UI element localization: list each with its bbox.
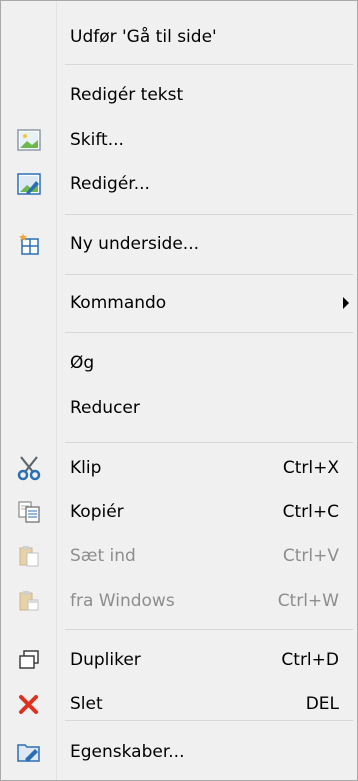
menu-item-label: Egenskaber... (70, 742, 185, 762)
menu-item-label: Kopiér (70, 502, 124, 522)
menu-item-edit-text[interactable]: Redigér tekst (1, 73, 357, 117)
menu-item-goto-page[interactable]: Udfør 'Gå til side' (1, 15, 357, 59)
menu-item-label: Redigér... (70, 174, 150, 194)
separator (65, 214, 353, 215)
menu-item-reduce[interactable]: Reducer (1, 386, 357, 430)
menu-item-properties[interactable]: Egenskaber... (1, 730, 357, 774)
menu-item-change[interactable]: Skift... (1, 118, 357, 162)
delete-icon (15, 690, 43, 718)
menu-item-delete[interactable]: Slet DEL (1, 682, 357, 726)
submenu-arrow-icon (343, 297, 349, 309)
menu-item-label: Redigér tekst (70, 85, 184, 105)
menu-item-increase[interactable]: Øg (1, 341, 357, 385)
menu-item-label: fra Windows (70, 591, 175, 611)
menu-item-label: Øg (70, 353, 95, 373)
separator (65, 332, 353, 333)
menu-item-new-subpage[interactable]: Ny underside... (1, 222, 357, 266)
menu-item-label: Skift... (70, 130, 124, 150)
menu-item-shortcut: Ctrl+D (281, 650, 339, 670)
context-menu: Udfør 'Gå til side' Redigér tekst Skift.… (0, 0, 358, 781)
paste-windows-icon (15, 587, 43, 615)
menu-item-shortcut: Ctrl+C (282, 502, 339, 522)
separator (65, 442, 353, 443)
scissors-icon (15, 454, 43, 482)
copy-icon (15, 498, 43, 526)
menu-item-shortcut: Ctrl+W (277, 591, 339, 611)
menu-item-label: Kommando (70, 293, 167, 313)
menu-item-label: Dupliker (70, 650, 141, 670)
menu-item-command[interactable]: Kommando (1, 281, 357, 325)
menu-item-label: Reducer (70, 398, 140, 418)
menu-item-duplicate[interactable]: Dupliker Ctrl+D (1, 638, 357, 682)
menu-item-paste[interactable]: Sæt ind Ctrl+V (1, 534, 357, 578)
menu-item-label: Klip (70, 458, 102, 478)
image-edit-icon (15, 170, 43, 198)
menu-item-cut[interactable]: Klip Ctrl+X (1, 446, 357, 490)
menu-item-copy[interactable]: Kopiér Ctrl+C (1, 490, 357, 534)
separator (65, 64, 353, 65)
menu-item-shortcut: Ctrl+X (282, 458, 339, 478)
menu-item-label: Slet (70, 694, 103, 714)
paste-icon (15, 542, 43, 570)
separator (65, 629, 353, 630)
menu-item-label: Sæt ind (70, 546, 136, 566)
menu-item-label: Udfør 'Gå til side' (70, 27, 217, 47)
menu-item-shortcut: DEL (305, 694, 339, 714)
menu-item-edit[interactable]: Redigér... (1, 162, 357, 206)
menu-item-shortcut: Ctrl+V (282, 546, 339, 566)
menu-item-label: Ny underside... (70, 234, 200, 254)
menu-item-paste-from-windows[interactable]: fra Windows Ctrl+W (1, 579, 357, 623)
separator (65, 274, 353, 275)
image-icon (15, 126, 43, 154)
duplicate-icon (15, 646, 43, 674)
properties-icon (15, 738, 43, 766)
new-page-icon (15, 230, 43, 258)
